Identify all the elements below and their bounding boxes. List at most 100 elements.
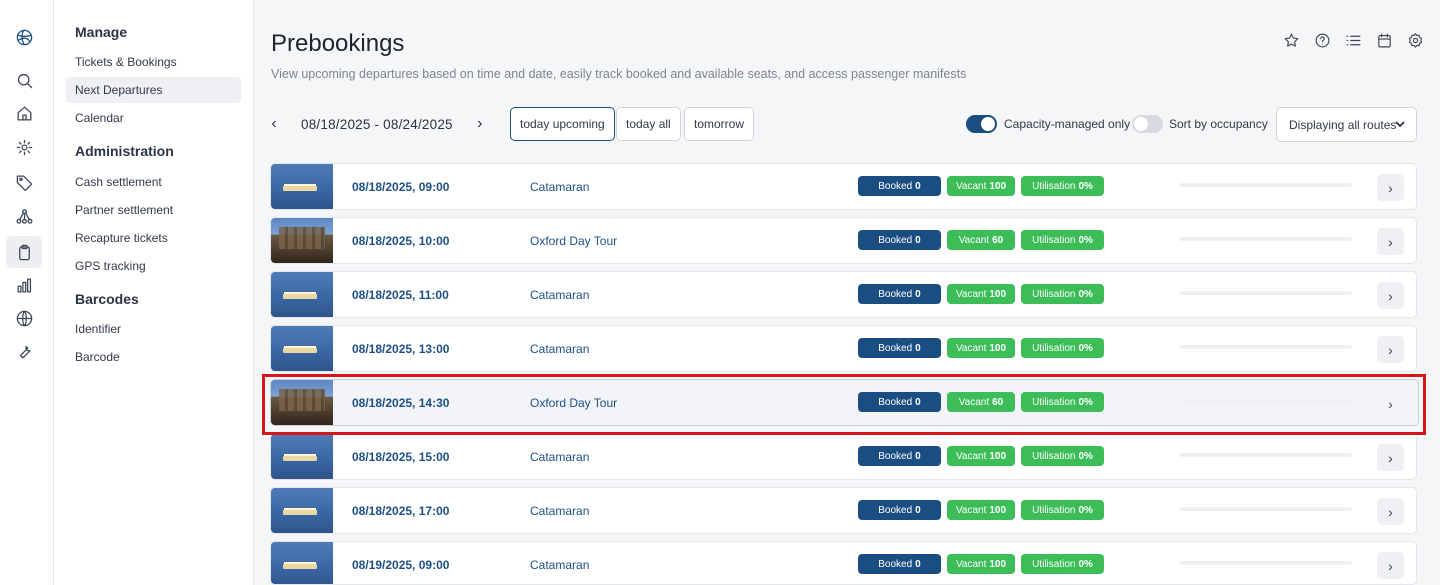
list-icon[interactable] (1343, 31, 1364, 49)
page-title: Prebookings (271, 30, 405, 57)
route-name[interactable]: Catamaran (530, 288, 589, 302)
sidebar-item-tickets-bookings[interactable]: Tickets & Bookings (66, 49, 241, 75)
utilisation-badge: Utilisation 0% (1021, 176, 1104, 196)
chip-tomorrow[interactable]: tomorrow (684, 107, 755, 141)
capacity-managed-label: Capacity-managed only (1004, 117, 1131, 131)
occupancy-bar (1180, 453, 1352, 457)
sort-occupancy-toggle[interactable] (1132, 115, 1163, 133)
vacant-badge: Vacant 100 (947, 284, 1015, 304)
globe-icon[interactable] (11, 305, 37, 331)
star-icon[interactable] (1281, 31, 1302, 49)
open-departure-button[interactable]: › (1377, 228, 1404, 255)
header-actions (1281, 31, 1426, 49)
route-name[interactable]: Catamaran (530, 450, 589, 464)
occupancy-bar (1180, 345, 1352, 349)
open-departure-button[interactable]: › (1377, 282, 1404, 309)
date-range[interactable]: 08/18/2025 - 08/24/2025 (301, 117, 453, 132)
departure-time[interactable]: 08/18/2025, 15:00 (352, 450, 449, 464)
section-title-manage: Manage (75, 24, 128, 40)
departure-row[interactable]: 08/18/2025, 10:00 Oxford Day Tour Booked… (270, 217, 1417, 264)
prev-week-button[interactable]: ‹ (267, 114, 281, 134)
open-departure-button[interactable]: › (1377, 498, 1404, 525)
route-thumbnail (271, 272, 333, 317)
chip-today-all[interactable]: today all (616, 107, 681, 141)
open-departure-button[interactable]: › (1377, 174, 1404, 201)
departure-time[interactable]: 08/18/2025, 09:00 (352, 180, 449, 194)
gear-icon[interactable] (11, 134, 37, 160)
departure-row[interactable]: 08/18/2025, 13:00 Catamaran Booked 0 Vaca… (270, 325, 1417, 372)
section-title-barcodes: Barcodes (75, 291, 139, 307)
departure-row[interactable]: 08/18/2025, 11:00 Catamaran Booked 0 Vaca… (270, 271, 1417, 318)
settings-icon[interactable] (1405, 31, 1426, 49)
route-thumbnail (271, 326, 333, 371)
departure-row[interactable]: 08/18/2025, 17:00 Catamaran Booked 0 Vaca… (270, 487, 1417, 534)
tag-icon[interactable] (11, 169, 37, 195)
departure-time[interactable]: 08/18/2025, 10:00 (352, 234, 449, 248)
vacant-badge: Vacant 100 (947, 338, 1015, 358)
utilisation-badge: Utilisation 0% (1021, 338, 1104, 358)
booked-badge: Booked 0 (858, 446, 941, 466)
route-select-value: Displaying all routes (1289, 117, 1397, 132)
clipboard-icon[interactable] (6, 236, 42, 268)
route-name[interactable]: Catamaran (530, 504, 589, 518)
occupancy-bar (1180, 561, 1352, 565)
route-thumbnail (271, 434, 333, 479)
sidebar-item-calendar[interactable]: Calendar (66, 105, 241, 131)
sidebar-item-gps-tracking[interactable]: GPS tracking (66, 253, 241, 279)
search-icon[interactable] (11, 67, 37, 93)
open-departure-button[interactable]: › (1377, 336, 1404, 363)
departure-time[interactable]: 08/18/2025, 11:00 (352, 288, 449, 302)
utilisation-badge: Utilisation 0% (1021, 554, 1104, 574)
departure-time[interactable]: 08/19/2025, 09:00 (352, 558, 449, 572)
open-departure-button[interactable]: › (1377, 552, 1404, 579)
booked-badge: Booked 0 (858, 500, 941, 520)
toggle-knob (981, 117, 995, 131)
calendar-icon[interactable] (1374, 31, 1395, 49)
departure-time[interactable]: 08/18/2025, 13:00 (352, 342, 449, 356)
booked-badge: Booked 0 (858, 554, 941, 574)
sidebar-item-recapture-tickets[interactable]: Recapture tickets (66, 225, 241, 251)
home-icon[interactable] (11, 100, 37, 126)
section-title-administration: Administration (75, 143, 174, 159)
sub-sidebar: Manage Tickets & Bookings Next Departure… (54, 0, 254, 585)
route-thumbnail (271, 542, 333, 584)
vacant-badge: Vacant 60 (947, 230, 1015, 250)
route-name[interactable]: Oxford Day Tour (530, 234, 617, 248)
bar-chart-icon[interactable] (11, 272, 37, 298)
main-content: Prebookings View upcoming departures bas… (255, 0, 1440, 585)
wrench-icon[interactable] (11, 338, 37, 364)
vacant-badge: Vacant 100 (947, 446, 1015, 466)
sidebar-item-barcode[interactable]: Barcode (66, 344, 241, 370)
vacant-badge: Vacant 100 (947, 554, 1015, 574)
utilisation-badge: Utilisation 0% (1021, 500, 1104, 520)
capacity-managed-toggle[interactable] (966, 115, 997, 133)
route-name[interactable]: Catamaran (530, 342, 589, 356)
route-select[interactable]: Displaying all routes (1276, 107, 1417, 142)
departure-row[interactable]: 08/18/2025, 15:00 Catamaran Booked 0 Vaca… (270, 433, 1417, 480)
occupancy-bar (1180, 237, 1352, 241)
help-icon[interactable] (1312, 31, 1333, 49)
booked-badge: Booked 0 (858, 230, 941, 250)
globe-logo-icon[interactable] (11, 24, 37, 50)
chevron-down-icon (1394, 118, 1406, 130)
sidebar-item-identifier[interactable]: Identifier (66, 316, 241, 342)
route-name[interactable]: Catamaran (530, 558, 589, 572)
date-navigator: ‹ 08/18/2025 - 08/24/2025 › (267, 114, 487, 134)
route-name[interactable]: Catamaran (530, 180, 589, 194)
route-thumbnail (271, 488, 333, 533)
departure-row[interactable]: 08/19/2025, 09:00 Catamaran Booked 0 Vaca… (270, 541, 1417, 585)
occupancy-bar (1180, 507, 1352, 511)
chip-today-upcoming[interactable]: today upcoming (510, 107, 615, 141)
page-subtitle: View upcoming departures based on time a… (271, 67, 967, 81)
next-week-button[interactable]: › (473, 114, 487, 134)
icon-rail (0, 0, 54, 585)
departure-row[interactable]: 08/18/2025, 09:00 Catamaran Booked 0 Vaca… (270, 163, 1417, 210)
sidebar-item-cash-settlement[interactable]: Cash settlement (66, 169, 241, 195)
sidebar-item-next-departures[interactable]: Next Departures (66, 77, 241, 103)
network-icon[interactable] (11, 203, 37, 229)
utilisation-badge: Utilisation 0% (1021, 230, 1104, 250)
sidebar-item-partner-settlement[interactable]: Partner settlement (66, 197, 241, 223)
departure-time[interactable]: 08/18/2025, 17:00 (352, 504, 449, 518)
open-departure-button[interactable]: › (1377, 444, 1404, 471)
route-thumbnail (271, 164, 333, 209)
